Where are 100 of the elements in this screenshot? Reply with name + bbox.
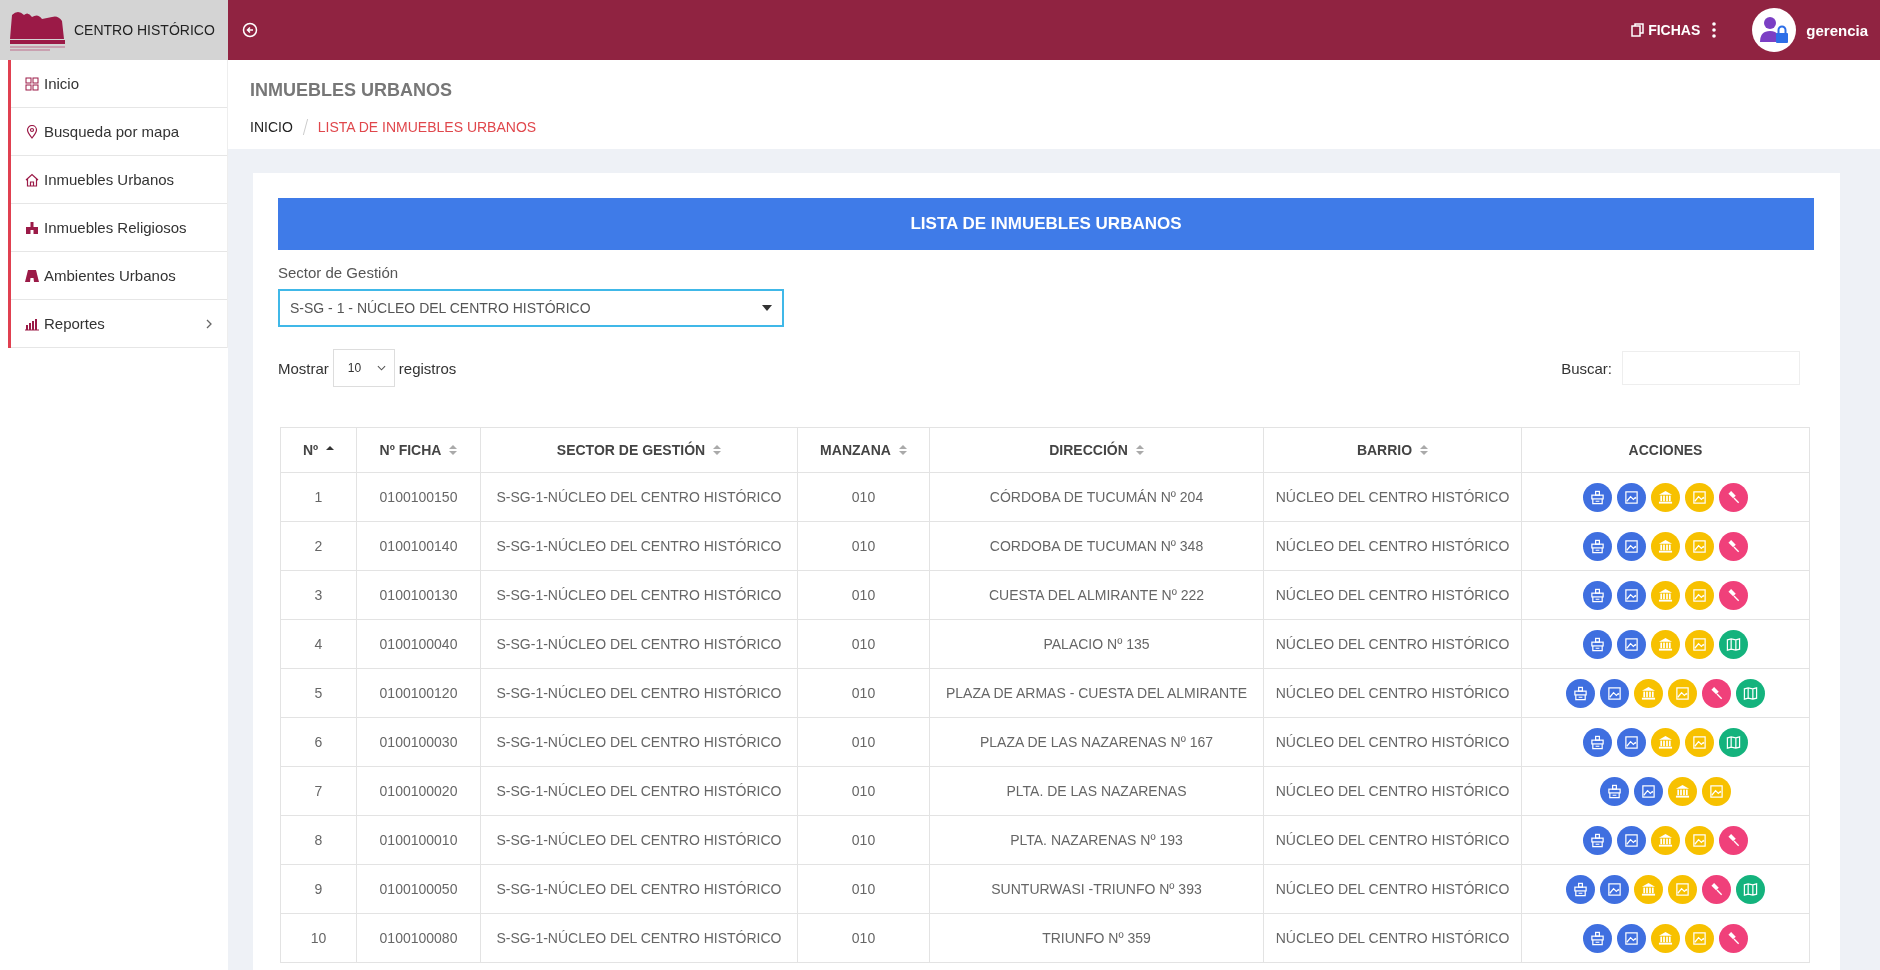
sidebar-item[interactable]: Inmuebles Religiosos (11, 204, 227, 252)
sidebar-item[interactable]: Ambientes Urbanos (11, 252, 227, 300)
picture-icon (1624, 930, 1639, 946)
columns-icon (1658, 734, 1673, 750)
picture-icon (1692, 538, 1707, 554)
table-cell: 010 (797, 570, 930, 620)
gavel-button[interactable] (1702, 678, 1731, 708)
brush-icon (1573, 881, 1588, 897)
road-icon (25, 268, 39, 283)
brush-icon (1590, 489, 1605, 505)
brush-button[interactable] (1600, 776, 1629, 806)
brush-button[interactable] (1583, 482, 1612, 512)
column-header[interactable]: BARRIO (1263, 427, 1522, 473)
picture-button[interactable] (1617, 580, 1646, 610)
picture-button[interactable] (1617, 727, 1646, 757)
gavel-icon (1726, 587, 1741, 603)
brush-button[interactable] (1583, 629, 1612, 659)
user-name[interactable]: gerencia (1806, 21, 1868, 39)
table-cell: 0100100050 (356, 864, 481, 914)
gavel-button[interactable] (1719, 482, 1748, 512)
brush-button[interactable] (1583, 727, 1612, 757)
gavel-button[interactable] (1719, 923, 1748, 953)
table-cell: 0100100010 (356, 815, 481, 865)
columns-icon (1658, 587, 1673, 603)
table-cell: NÚCLEO DEL CENTRO HISTÓRICO (1263, 570, 1522, 620)
picture-button[interactable] (1617, 923, 1646, 953)
picture-button[interactable] (1617, 825, 1646, 855)
brush-button[interactable] (1583, 923, 1612, 953)
table-cell: S-SG-1-NÚCLEO DEL CENTRO HISTÓRICO (480, 717, 798, 767)
fichas-button[interactable]: FICHAS (1629, 20, 1703, 40)
column-header[interactable]: Nº (280, 427, 357, 473)
grid-icon (25, 76, 39, 91)
sidebar-item[interactable]: Busqueda por mapa (11, 108, 227, 156)
picture-icon (1709, 783, 1724, 799)
column-header[interactable]: DIRECCIÓN (929, 427, 1264, 473)
brush-button[interactable] (1566, 678, 1595, 708)
table-cell: 010 (797, 472, 930, 522)
picture-button[interactable] (1617, 531, 1646, 561)
table-cell: 1 (280, 472, 357, 522)
sector-select[interactable]: S-SG - 1 - NÚCLEO DEL CENTRO HISTÓRICO (278, 289, 784, 327)
picture-icon (1624, 538, 1639, 554)
sort-icon (1135, 445, 1144, 455)
brush-button[interactable] (1583, 580, 1612, 610)
page-title: INMUEBLES URBANOS (250, 80, 453, 101)
table-cell: 010 (797, 913, 930, 963)
table-cell: 0100100120 (356, 668, 481, 718)
brand-title: CENTRO HISTÓRICO (74, 22, 215, 38)
table-cell: PLAZA DE ARMAS - CUESTA DEL ALMIRANTE (929, 668, 1264, 718)
gavel-button[interactable] (1719, 825, 1748, 855)
column-header[interactable]: Nº FICHA (356, 427, 481, 473)
map-button[interactable] (1719, 629, 1748, 659)
map-button[interactable] (1719, 727, 1748, 757)
breadcrumb-link[interactable]: INICIO (250, 119, 293, 135)
user-lock-icon[interactable] (1752, 8, 1797, 52)
columns-icon (1641, 685, 1656, 701)
picture-button[interactable] (1617, 629, 1646, 659)
column-header[interactable]: SECTOR DE GESTIÓN (480, 427, 798, 473)
breadcrumb-link[interactable]: LISTA DE INMUEBLES URBANOS (317, 119, 537, 135)
table-cell: 10 (280, 913, 357, 963)
gavel-icon (1726, 930, 1741, 946)
table-cell: 6 (280, 717, 357, 767)
table-cell: NÚCLEO DEL CENTRO HISTÓRICO (1263, 766, 1522, 816)
gavel-icon (1726, 538, 1741, 554)
map-button[interactable] (1736, 678, 1765, 708)
picture-icon (1692, 930, 1707, 946)
sidebar-item[interactable]: Inmuebles Urbanos (11, 156, 227, 204)
sidebar-item[interactable]: Reportes (11, 300, 227, 348)
sidebar-item[interactable]: Inicio (11, 60, 227, 108)
columns-icon (1658, 489, 1673, 505)
table-cell: 8 (280, 815, 357, 865)
picture-icon (1675, 881, 1690, 897)
column-header: ACCIONES (1521, 427, 1810, 473)
table-cell: 0100100020 (356, 766, 481, 816)
gavel-button[interactable] (1719, 580, 1748, 610)
page-length-select[interactable]: 10 (332, 349, 395, 387)
brush-button[interactable] (1566, 874, 1595, 904)
map-button[interactable] (1736, 874, 1765, 904)
table-cell: NÚCLEO DEL CENTRO HISTÓRICO (1263, 668, 1522, 718)
picture-icon (1624, 636, 1639, 652)
picture-button[interactable] (1600, 874, 1629, 904)
map-icon (1743, 881, 1758, 897)
gavel-button[interactable] (1719, 531, 1748, 561)
picture-icon (1675, 685, 1690, 701)
picture-button[interactable] (1600, 678, 1629, 708)
picture-icon (1624, 832, 1639, 848)
gavel-icon (1709, 881, 1724, 897)
columns-icon (1658, 636, 1673, 652)
more-icon[interactable] (1712, 22, 1717, 38)
table-cell: S-SG-1-NÚCLEO DEL CENTRO HISTÓRICO (480, 668, 798, 718)
records-label: registros (398, 359, 457, 377)
picture-button[interactable] (1634, 776, 1663, 806)
table-cell: 7 (280, 766, 357, 816)
table-cell: PLAZA DE LAS NAZARENAS Nº 167 (929, 717, 1264, 767)
column-header[interactable]: MANZANA (797, 427, 930, 473)
gavel-button[interactable] (1702, 874, 1731, 904)
brush-button[interactable] (1583, 825, 1612, 855)
brush-icon (1590, 538, 1605, 554)
brush-button[interactable] (1583, 531, 1612, 561)
columns-icon (1658, 832, 1673, 848)
picture-button[interactable] (1617, 482, 1646, 512)
